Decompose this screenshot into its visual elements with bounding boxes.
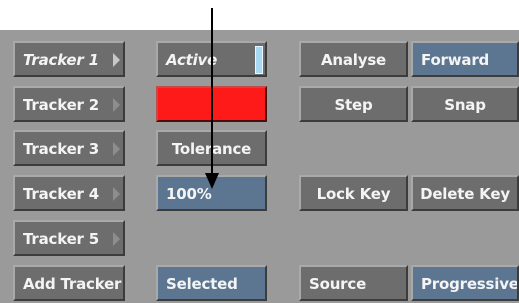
tracker-3-label: Tracker 3 [23,140,99,158]
selected-button[interactable]: Selected [156,265,267,301]
tracker-3-arrow-icon [113,142,120,156]
analyse-button[interactable]: Analyse [299,41,408,77]
step-label: Step [334,96,373,114]
tracker-panel: Tracker 1 Tracker 2 Tracker 3 Tracker 4 … [0,30,519,303]
tolerance-label: Tolerance [171,140,252,158]
tracker-color-swatch[interactable] [156,86,267,122]
tracker-2-arrow-icon [113,98,120,112]
tolerance-label-box: Tolerance [156,130,267,166]
tracker-3-button[interactable]: Tracker 3 [13,130,125,166]
snap-label: Snap [444,96,486,114]
snap-button[interactable]: Snap [411,86,519,122]
progressive-label: Progressive [421,275,519,293]
tracker-5-button[interactable]: Tracker 5 [13,220,125,256]
tracker-1-button[interactable]: Tracker 1 [13,41,125,77]
tracker-5-arrow-icon [113,232,120,246]
tracker-2-button[interactable]: Tracker 2 [13,86,125,122]
tolerance-value: 100% [166,185,212,203]
tracker-4-arrow-icon [113,187,120,201]
tracker-4-label: Tracker 4 [23,185,99,203]
lock-key-label: Lock Key [316,185,391,203]
tracker-1-arrow-icon [113,53,120,67]
forward-button[interactable]: Forward [411,41,519,77]
step-button[interactable]: Step [299,86,408,122]
tracker-5-label: Tracker 5 [23,230,99,248]
progressive-button[interactable]: Progressive [411,265,519,301]
active-label: Active [166,51,218,69]
tracker-1-label: Tracker 1 [23,51,99,69]
tracker-4-button[interactable]: Tracker 4 [13,175,125,211]
active-toggle[interactable]: Active [156,41,267,77]
add-tracker-label: Add Tracker [23,275,122,293]
tolerance-field[interactable]: 100% [156,175,267,211]
active-indicator [255,46,263,74]
delete-key-button[interactable]: Delete Key [411,175,519,211]
lock-key-button[interactable]: Lock Key [299,175,408,211]
tracker-2-label: Tracker 2 [23,96,99,114]
delete-key-label: Delete Key [420,185,510,203]
source-button[interactable]: Source [299,265,408,301]
analyse-label: Analyse [320,51,387,69]
add-tracker-button[interactable]: Add Tracker [13,265,125,301]
forward-label: Forward [421,51,490,69]
selected-label: Selected [166,275,238,293]
source-label: Source [309,275,367,293]
